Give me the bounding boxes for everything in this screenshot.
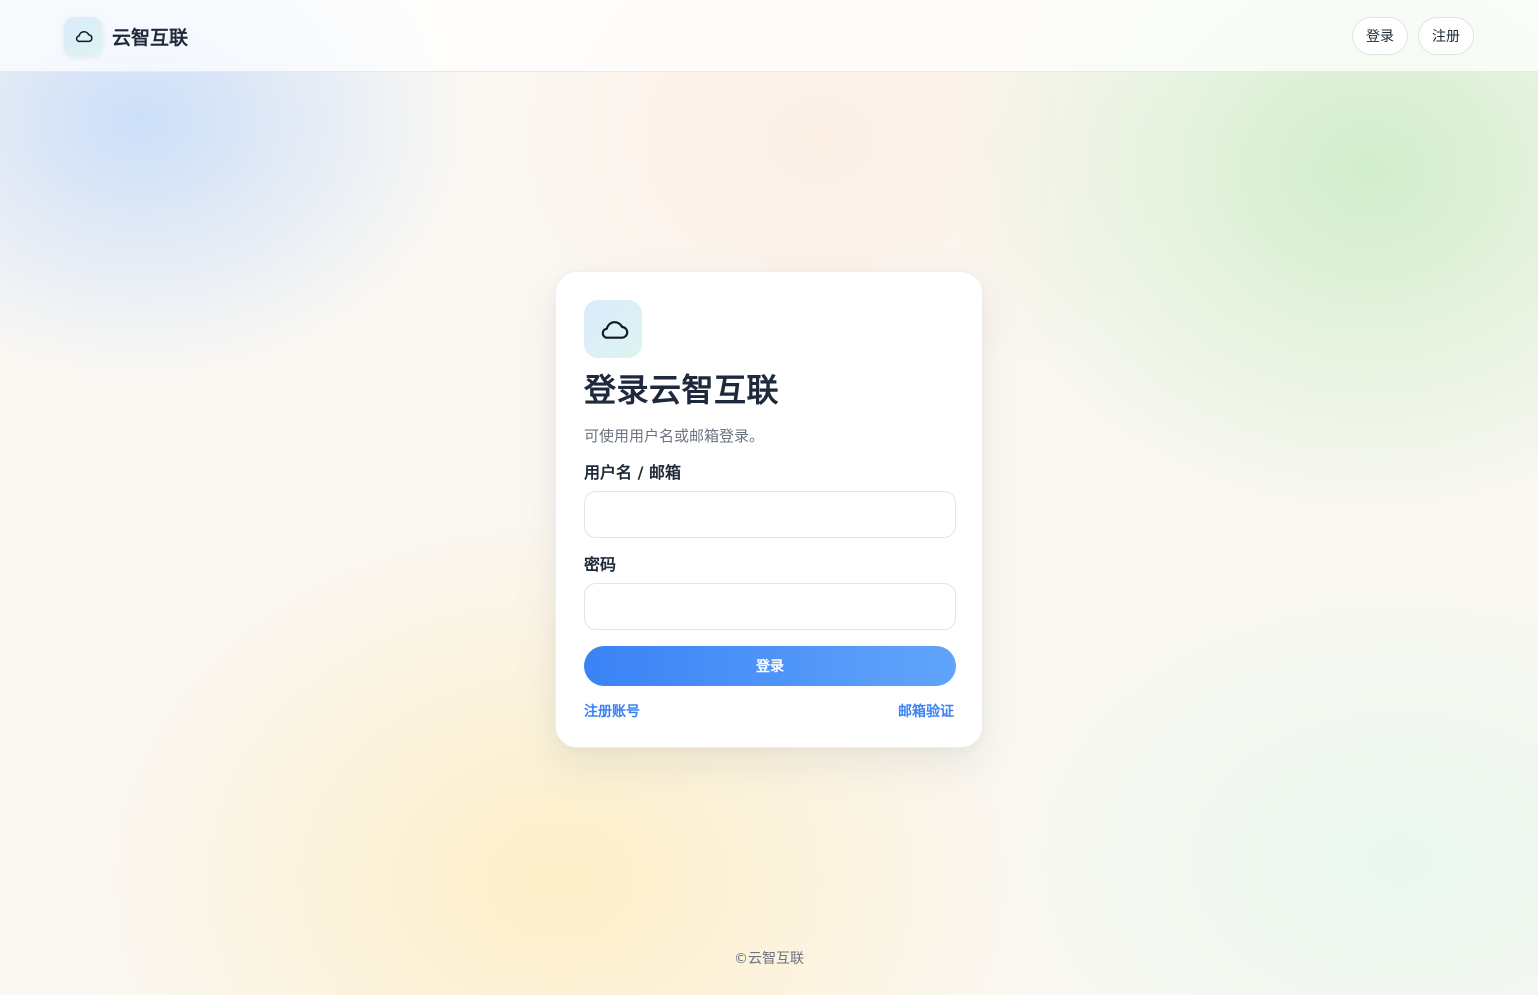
page-subtitle: 可使用用户名或邮箱登录。 <box>584 427 765 445</box>
brand[interactable]: 云智互联 <box>64 17 188 55</box>
register-account-link[interactable]: 注册账号 <box>584 703 640 721</box>
email-verify-link[interactable]: 邮箱验证 <box>898 703 954 721</box>
cloud-icon <box>601 321 629 339</box>
card-logo <box>584 300 642 358</box>
password-label: 密码 <box>584 555 617 574</box>
nav-register-button[interactable]: 注册 <box>1418 17 1474 55</box>
login-submit-button[interactable]: 登录 <box>584 646 956 686</box>
footer: ©云智互联 <box>0 950 1538 968</box>
cloud-icon <box>75 31 93 43</box>
brand-name: 云智互联 <box>112 26 189 49</box>
login-card: 登录云智互联 可使用用户名或邮箱登录。 用户名 / 邮箱 密码 登录 注册账号 … <box>555 271 983 748</box>
top-navigation-bar: 云智互联 登录 注册 <box>0 0 1538 72</box>
page-title: 登录云智互联 <box>584 371 780 409</box>
password-input[interactable] <box>584 583 956 630</box>
footer-copyright: ©云智互联 <box>734 951 804 967</box>
username-input[interactable] <box>584 491 956 538</box>
username-label: 用户名 / 邮箱 <box>584 463 681 482</box>
brand-logo <box>64 17 102 55</box>
nav-login-button[interactable]: 登录 <box>1352 17 1408 55</box>
